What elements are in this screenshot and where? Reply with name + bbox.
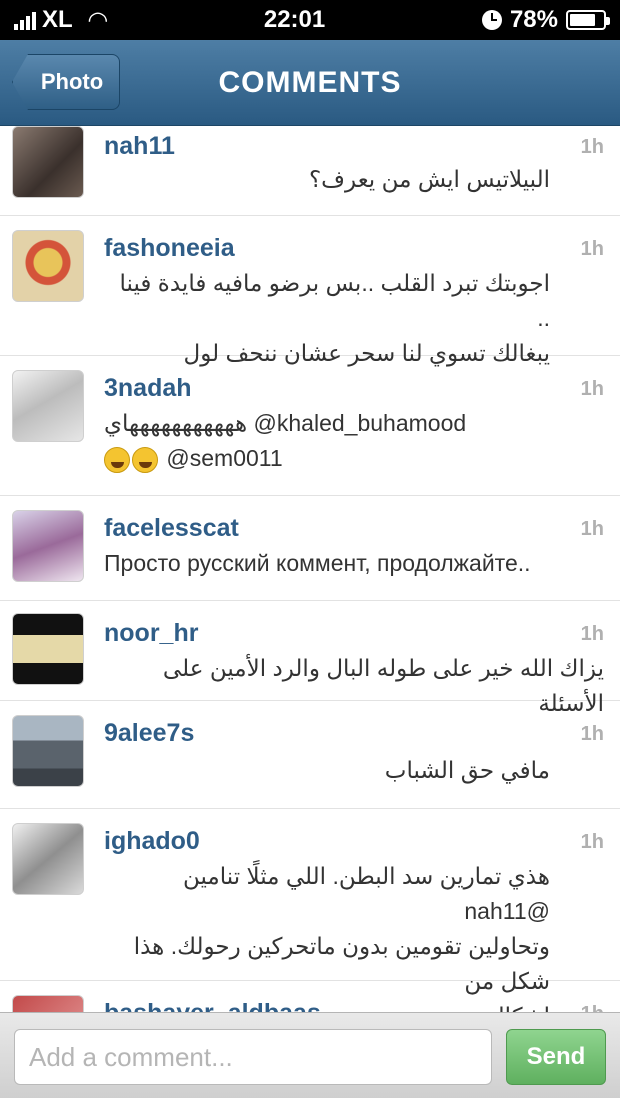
comment-username[interactable]: nah11 (104, 132, 175, 161)
signal-icon (14, 10, 36, 30)
comment-username[interactable]: 3nadah (104, 374, 192, 403)
comment-row: ighado0 1h هذي تمارين سد البطن. اللي مثل… (0, 809, 620, 1012)
send-button[interactable]: Send (506, 1029, 606, 1085)
back-button[interactable]: Photo (12, 54, 120, 110)
comment-row: facelesscat 1h Просто русский коммент, п… (0, 496, 620, 601)
avatar[interactable] (12, 613, 84, 685)
comment-text: هههههههههههاي @khaled_buhamood @sem0011 (104, 406, 550, 476)
status-right: 78% (481, 6, 610, 34)
comment-mention[interactable]: @sem0011 (166, 445, 282, 471)
comment-time: 1h (580, 518, 604, 540)
comment-line: Просто русский коммент, продолжайте.. (104, 550, 531, 576)
status-time: 22:01 (263, 6, 326, 33)
comments-list[interactable]: nah11 1h البيلاتيس ايش من يعرف؟ fashonee… (0, 126, 620, 1012)
comment-row: bashayer_aldbaas 1h (0, 981, 620, 1012)
comment-text: مافي حق الشباب (104, 753, 550, 788)
comment-text: Просто русский коммент, продолжайте.. (104, 546, 604, 581)
comment-username[interactable]: ighado0 (104, 827, 200, 856)
comment-time: 1h (580, 378, 604, 400)
comment-time: 1h (580, 623, 604, 645)
comment-time: 1h (580, 238, 604, 260)
avatar[interactable] (12, 370, 84, 442)
comment-row: 3nadah 1h هههههههههههاي @khaled_buhamood… (0, 356, 620, 496)
avatar[interactable] (12, 126, 84, 198)
avatar[interactable] (12, 510, 84, 582)
nav-bar: COMMENTS Photo (0, 40, 620, 126)
comment-time: 1h (580, 723, 604, 745)
comment-row: noor_hr 1h يزاك الله خير على طوله البال … (0, 601, 620, 716)
comment-line: اجوبتك تبرد القلب ..بس برضو مافيه فايدة … (119, 270, 550, 331)
comment-line: البيلاتيس ايش من يعرف؟ (308, 166, 550, 192)
avatar[interactable] (12, 715, 84, 787)
comment-text: البيلاتيس ايش من يعرف؟ (104, 162, 550, 197)
laughing-emoji-icon (132, 446, 158, 473)
status-left: XL ◠ (14, 6, 107, 35)
comment-username[interactable]: bashayer_aldbaas (104, 999, 321, 1012)
comment-line: هذي تمارين سد البطن. اللي مثلًا تنامين @… (182, 863, 550, 924)
carrier-label: XL (42, 6, 73, 33)
wifi-icon: ◠ (88, 6, 108, 34)
comment-time: 1h (580, 831, 604, 853)
comment-line-emoji: @sem0011 (104, 441, 550, 476)
comment-row: 9alee7s 1h مافي حق الشباب (0, 701, 620, 809)
comment-line: مافي حق الشباب (384, 757, 550, 783)
status-bar: XL ◠ 22:01 78% (0, 0, 620, 40)
comment-line: هههههههههههاي @khaled_buhamood (104, 410, 467, 436)
comment-time: 1h (580, 136, 604, 158)
alarm-icon (481, 10, 502, 30)
comment-row: fashoneeia 1h اجوبتك تبرد القلب ..بس برض… (0, 216, 620, 366)
comment-bar: Send (0, 1012, 620, 1098)
comment-input[interactable] (14, 1029, 492, 1085)
comment-username[interactable]: fashoneeia (104, 234, 235, 263)
avatar[interactable] (12, 230, 84, 302)
laughing-emoji-icon (104, 446, 130, 473)
avatar[interactable] (12, 823, 84, 895)
avatar[interactable] (12, 995, 84, 1012)
comment-row: nah11 1h البيلاتيس ايش من يعرف؟ (0, 126, 620, 216)
comment-time: 1h (581, 1003, 604, 1012)
comment-username[interactable]: facelesscat (104, 514, 239, 543)
comment-username[interactable]: 9alee7s (104, 719, 194, 748)
battery-fill (569, 14, 595, 26)
comment-username[interactable]: noor_hr (104, 619, 198, 648)
battery-percent: 78% (509, 6, 558, 33)
battery-icon (565, 10, 610, 30)
